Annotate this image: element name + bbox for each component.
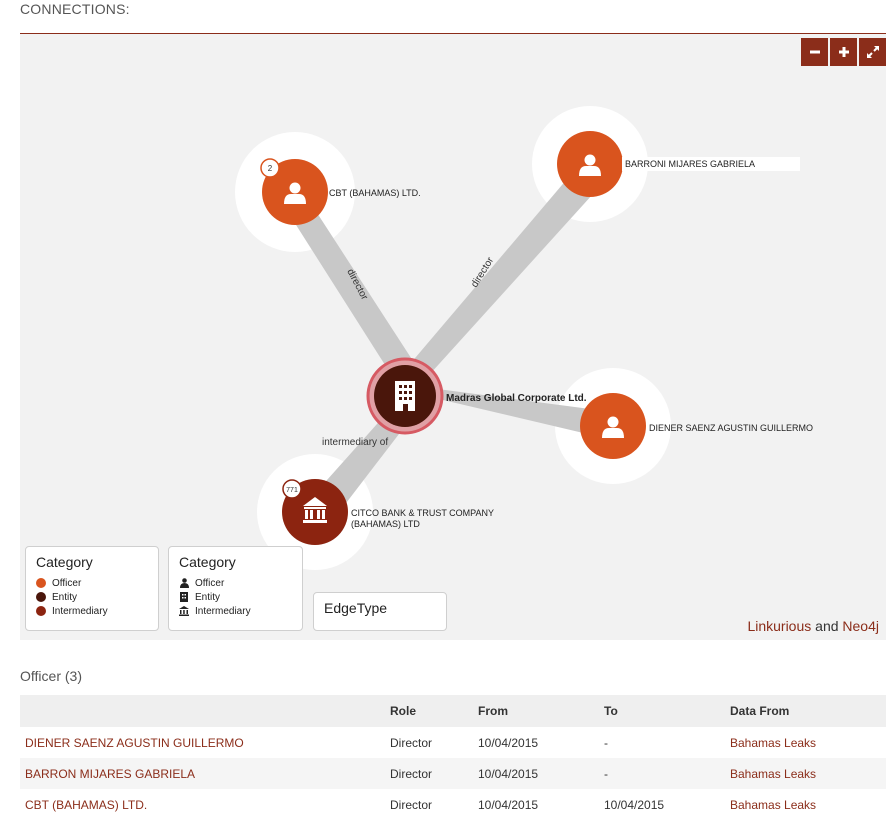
node-label-line: (BAHAMAS) LTD bbox=[351, 519, 420, 529]
officers-table: Role From To Data From DIENER SAENZ AGUS… bbox=[20, 695, 886, 820]
edge-director-cbt[interactable] bbox=[284, 199, 415, 376]
credit: Linkurious and Neo4j bbox=[747, 618, 879, 634]
credit-and: and bbox=[811, 618, 843, 634]
source-cell: Bahamas Leaks bbox=[730, 789, 886, 820]
source-link[interactable]: Bahamas Leaks bbox=[730, 736, 816, 750]
legend-item: Officer bbox=[179, 576, 302, 590]
node-label: BARRONI MIJARES GABRIELA bbox=[625, 159, 755, 169]
from-cell: 10/04/2015 bbox=[478, 735, 539, 750]
column-header-to: To bbox=[604, 695, 730, 727]
column-header-name bbox=[20, 695, 390, 727]
column-header-data-from: Data From bbox=[730, 695, 886, 727]
legend-title: Category bbox=[36, 554, 93, 570]
from-cell: 10/04/2015 bbox=[478, 758, 604, 789]
legend-item: Entity bbox=[179, 590, 302, 604]
officer-name-cell: CBT (BAHAMAS) LTD. bbox=[20, 789, 390, 820]
node-badge-count: 771 bbox=[286, 487, 298, 494]
person-icon bbox=[179, 578, 189, 588]
officer-heading: Officer (3) bbox=[20, 668, 82, 684]
entity-dot-icon bbox=[36, 592, 46, 602]
source-link[interactable]: Bahamas Leaks bbox=[730, 767, 816, 781]
legend-title: Category bbox=[179, 554, 236, 570]
expand-icon bbox=[866, 46, 879, 58]
officer-link[interactable]: CBT (BAHAMAS) LTD. bbox=[25, 798, 147, 812]
role-cell: Director bbox=[390, 758, 478, 789]
officer-link[interactable]: BARRON MIJARES GABRIELA bbox=[25, 767, 195, 781]
role-cell: Director bbox=[390, 797, 433, 812]
from-cell: 10/04/2015 bbox=[478, 797, 539, 812]
zoom-out-button[interactable] bbox=[801, 38, 828, 66]
table-row: CBT (BAHAMAS) LTD. Director 10/04/2015 1… bbox=[20, 789, 886, 820]
column-header-role: Role bbox=[390, 695, 478, 727]
linkurious-link[interactable]: Linkurious bbox=[747, 618, 811, 634]
node-label-line: CITCO BANK & TRUST COMPANY bbox=[351, 508, 494, 518]
intermediary-dot-icon bbox=[36, 606, 46, 616]
edge-director-barroni[interactable] bbox=[410, 172, 602, 374]
node-label: CBT (BAHAMAS) LTD. bbox=[329, 188, 421, 198]
officer-name-cell: BARRON MIJARES GABRIELA bbox=[20, 758, 390, 789]
legend-label: Entity bbox=[195, 591, 221, 603]
node-label: DIENER SAENZ AGUSTIN GUILLERMO bbox=[649, 423, 813, 433]
role-cell: Director bbox=[390, 735, 433, 750]
building-icon bbox=[179, 592, 189, 602]
table-row: DIENER SAENZ AGUSTIN GUILLERMO Director … bbox=[20, 727, 886, 758]
legend-item: Intermediary bbox=[36, 604, 158, 618]
column-header-from: From bbox=[478, 695, 604, 727]
table-header-row: Role From To Data From bbox=[20, 695, 886, 727]
legend-label: Officer bbox=[52, 577, 82, 589]
legend-label: Entity bbox=[52, 591, 78, 603]
table-row: BARRON MIJARES GABRIELA Director 10/04/2… bbox=[20, 758, 886, 789]
officer-name-cell: DIENER SAENZ AGUSTIN GUILLERMO bbox=[20, 727, 390, 758]
zoom-controls bbox=[801, 38, 886, 66]
section-title: CONNECTIONS: bbox=[20, 1, 130, 17]
legend-title: EdgeType bbox=[324, 600, 388, 616]
legend-label: Intermediary bbox=[52, 605, 108, 617]
minus-icon bbox=[809, 50, 820, 54]
bank-icon bbox=[179, 606, 189, 616]
building-icon bbox=[395, 381, 415, 411]
officer-dot-icon bbox=[36, 578, 46, 588]
graph-panel[interactable]: director director intermediary of Madras… bbox=[20, 33, 886, 640]
zoom-in-button[interactable] bbox=[830, 38, 857, 66]
source-link[interactable]: Bahamas Leaks bbox=[730, 798, 816, 812]
legend-color: Category Officer Entity Intermediary bbox=[25, 546, 159, 631]
to-cell: - bbox=[604, 758, 730, 789]
to-cell: 10/04/2015 bbox=[604, 797, 665, 812]
legend-icon: Category Officer Entity Intermediary bbox=[168, 546, 303, 631]
legend-item: Officer bbox=[36, 576, 158, 590]
officer-link[interactable]: DIENER SAENZ AGUSTIN GUILLERMO bbox=[25, 736, 244, 750]
source-cell: Bahamas Leaks bbox=[730, 758, 886, 789]
plus-icon bbox=[838, 47, 849, 57]
node-badge-count: 2 bbox=[268, 164, 273, 173]
neo4j-link[interactable]: Neo4j bbox=[842, 618, 879, 634]
legend-label: Officer bbox=[195, 577, 225, 589]
legend-item: Entity bbox=[36, 590, 158, 604]
edge-label: intermediary of bbox=[322, 437, 388, 448]
fullscreen-button[interactable] bbox=[859, 38, 886, 66]
center-node-label: Madras Global Corporate Ltd. bbox=[446, 393, 587, 404]
source-cell: Bahamas Leaks bbox=[730, 727, 886, 758]
legend-label: Intermediary bbox=[195, 605, 251, 617]
node-label: CITCO BANK & TRUST COMPANY (BAHAMAS) LTD bbox=[351, 508, 496, 529]
to-cell: - bbox=[604, 735, 608, 750]
legend-item: Intermediary bbox=[179, 604, 302, 618]
legend-edge: EdgeType bbox=[313, 592, 447, 631]
